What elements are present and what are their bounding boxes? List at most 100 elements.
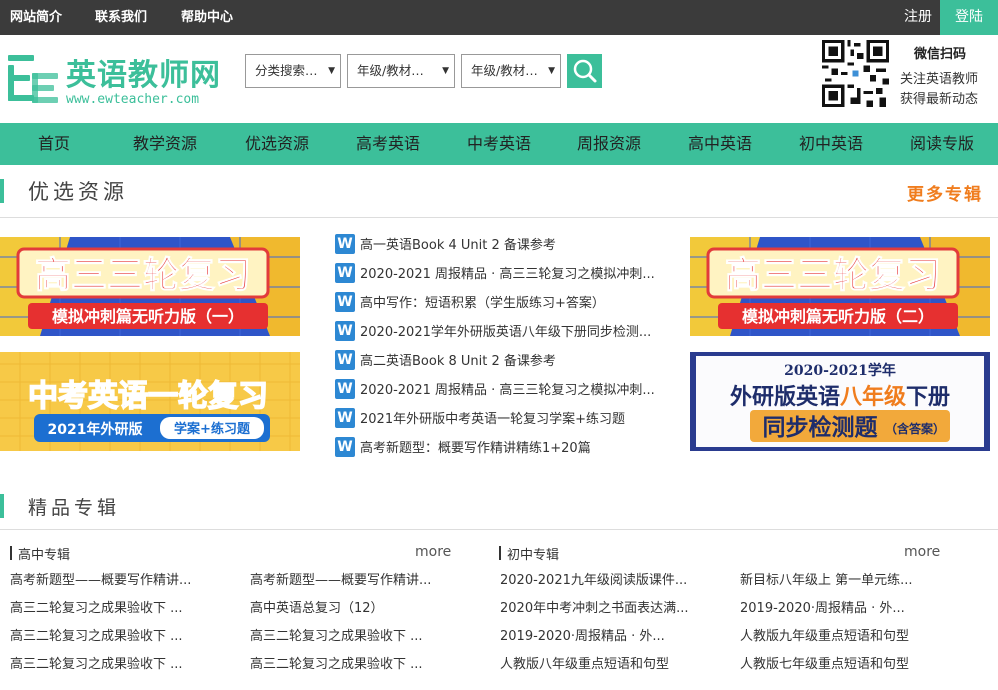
banner-grade8-tests[interactable]: 2020-2021学年 外研版英语八年级下册 同步检测题 （含答案）	[690, 352, 990, 451]
album-link[interactable]: 人教版八年级重点短语和句型	[500, 653, 669, 672]
album-link[interactable]: 人教版七年级重点短语和句型	[740, 653, 909, 672]
banner-2-sub2-text: 学案+练习题	[174, 421, 251, 437]
junior-album-heading: 初中专辑	[507, 548, 560, 563]
banner-3-main-text: 高三三轮复习	[725, 255, 941, 296]
w-doc-icon: W	[335, 437, 355, 457]
section-accent-bar	[0, 494, 4, 518]
header-bar	[499, 546, 501, 560]
nav-item-weekly[interactable]: 周报资源	[577, 123, 641, 165]
wechat-title: 微信扫码	[914, 47, 967, 62]
junior-album-header: 初中专辑 more	[499, 544, 940, 563]
album-link[interactable]: 高三二轮复习之成果验收下 ...	[250, 625, 423, 644]
banner-4-line2: 外研版英语八年级下册	[730, 384, 950, 410]
album-link[interactable]: 2020-2021九年级阅读版课件...	[500, 569, 687, 588]
nav-item-gaokao[interactable]: 高考英语	[356, 123, 420, 165]
grade-select-1[interactable]: 年级/教材… ▼	[347, 54, 455, 88]
w-doc-icon: W	[335, 379, 355, 399]
banner-zhongkao-review[interactable]: 中考英语一轮复习 2021年外研版 学案+练习题	[0, 352, 300, 451]
banner-3-sub-text: 模拟冲刺篇无听力版（二）	[742, 307, 934, 326]
search-icon	[573, 59, 597, 83]
dropdown-arrow-icon: ▼	[548, 66, 555, 76]
nav-item-zhongkao[interactable]: 中考英语	[467, 123, 531, 165]
site-header: 英语教师网 www.ewteacher.com 分类搜索… ▼ 年级/教材… ▼ 年…	[0, 35, 998, 123]
w-doc-icon: W	[335, 408, 355, 428]
album-link[interactable]: 高考新题型——概要写作精讲...	[250, 569, 431, 588]
album-link[interactable]: 高三二轮复习之成果验收下 ...	[10, 653, 183, 672]
topbar-link-about[interactable]: 网站简介	[10, 0, 62, 35]
list-item-title: 高中写作：短语积累（学生版练习+答案）	[360, 296, 605, 311]
header-bar	[10, 546, 12, 560]
logo-url: www.ewteacher.com	[66, 92, 200, 107]
search-button[interactable]	[567, 54, 602, 88]
nav-item-reading[interactable]: 阅读专版	[910, 123, 974, 165]
senior-album-heading: 高中专辑	[18, 548, 71, 563]
list-item[interactable]: W 高考新题型：概要写作精讲精练1+20篇	[335, 435, 675, 459]
banner-4-line1: 2020-2021学年	[784, 362, 896, 379]
more-albums-link[interactable]: 更多专辑	[907, 180, 983, 205]
login-button[interactable]: 登陆	[940, 0, 998, 35]
logo-mark-icon	[8, 55, 58, 103]
list-item-title: 2020-2021 周报精品 · 高三三轮复习之模拟冲刺...	[360, 383, 655, 398]
list-item[interactable]: W 2020-2021学年外研版英语八年级下册同步检测...	[335, 319, 675, 343]
album-link[interactable]: 2020年中考冲刺之书面表达满...	[500, 597, 688, 616]
list-item[interactable]: W 2020-2021 周报精品 · 高三三轮复习之模拟冲刺...	[335, 377, 675, 401]
album-link[interactable]: 新目标八年级上 第一单元练...	[740, 569, 913, 588]
nav-item-senior[interactable]: 高中英语	[688, 123, 752, 165]
wechat-line-1: 关注英语教师	[900, 72, 979, 87]
divider	[0, 529, 998, 530]
albums-section-title: 精品专辑	[28, 497, 121, 519]
list-item[interactable]: W 高中写作：短语积累（学生版练习+答案）	[335, 290, 675, 314]
list-item[interactable]: W 高二英语Book 8 Unit 2 备课参考	[335, 348, 675, 372]
album-link[interactable]: 高中英语总复习（12）	[250, 597, 384, 616]
nav-item-home[interactable]: 首页	[38, 123, 70, 165]
nav-item-junior[interactable]: 初中英语	[799, 123, 863, 165]
banner-1-main-text: 高三三轮复习	[35, 255, 251, 296]
list-item-title: 2020-2021学年外研版英语八年级下册同步检测...	[360, 325, 652, 340]
banner-senior3-review-2[interactable]: 高三三轮复习 模拟冲刺篇无听力版（二）	[690, 237, 990, 336]
top-bar: 网站简介 联系我们 帮助中心 注册 登陆	[0, 0, 998, 35]
list-item-title: 2020-2021 周报精品 · 高三三轮复习之模拟冲刺...	[360, 267, 655, 282]
junior-album-more-link[interactable]: more	[904, 544, 940, 560]
register-link[interactable]: 注册	[904, 0, 932, 35]
banner-1-sub-text: 模拟冲刺篇无听力版（一）	[52, 307, 244, 326]
banner-senior3-review-1[interactable]: 高三三轮复习 模拟冲刺篇无听力版（一）	[0, 237, 300, 336]
grade-select-1-value: 年级/教材…	[357, 63, 424, 78]
divider	[0, 217, 998, 218]
dropdown-arrow-icon: ▼	[328, 66, 335, 76]
banner-2-sub1-text: 2021年外研版	[48, 421, 143, 438]
category-select-value: 分类搜索…	[255, 63, 318, 78]
grade-select-2-value: 年级/教材…	[471, 63, 538, 78]
logo-name: 英语教师网	[66, 58, 221, 93]
grade-select-2[interactable]: 年级/教材… ▼	[461, 54, 561, 88]
w-doc-icon: W	[335, 263, 355, 283]
album-link[interactable]: 高考新题型——概要写作精讲...	[10, 569, 191, 588]
list-item-title: 高考新题型：概要写作精讲精练1+20篇	[360, 441, 591, 456]
nav-item-teaching[interactable]: 教学资源	[133, 123, 197, 165]
list-item[interactable]: W 2020-2021 周报精品 · 高三三轮复习之模拟冲刺...	[335, 261, 675, 285]
w-doc-icon: W	[335, 350, 355, 370]
album-link[interactable]: 2019-2020·周报精品 · 外...	[740, 597, 905, 616]
album-link[interactable]: 高三二轮复习之成果验收下 ...	[10, 625, 183, 644]
w-doc-icon: W	[335, 292, 355, 312]
list-item[interactable]: W 2021年外研版中考英语一轮复习学案+练习题	[335, 406, 675, 430]
wechat-line-2: 获得最新动态	[900, 92, 979, 107]
main-nav: 首页 教学资源 优选资源 高考英语 中考英语 周报资源 高中英语 初中英语 阅读…	[0, 123, 998, 165]
senior-album-more-link[interactable]: more	[415, 544, 451, 560]
list-item[interactable]: W 高一英语Book 4 Unit 2 备课参考	[335, 232, 675, 256]
nav-item-featured[interactable]: 优选资源	[245, 123, 309, 165]
album-link[interactable]: 高三二轮复习之成果验收下 ...	[250, 653, 423, 672]
list-item-title: 高一英语Book 4 Unit 2 备课参考	[360, 238, 556, 253]
banner-2-main-text: 中考英语一轮复习	[28, 379, 268, 414]
album-link[interactable]: 人教版九年级重点短语和句型	[740, 625, 909, 644]
dropdown-arrow-icon: ▼	[442, 66, 449, 76]
wechat-qr-code	[822, 40, 889, 107]
list-item-title: 高二英语Book 8 Unit 2 备课参考	[360, 354, 556, 369]
site-logo[interactable]: 英语教师网 www.ewteacher.com	[6, 47, 238, 109]
category-select[interactable]: 分类搜索… ▼	[245, 54, 341, 88]
topbar-link-help[interactable]: 帮助中心	[181, 0, 233, 35]
senior-album-header: 高中专辑 more	[10, 544, 451, 563]
album-link[interactable]: 高三二轮复习之成果验收下 ...	[10, 597, 183, 616]
topbar-link-contact[interactable]: 联系我们	[95, 0, 147, 35]
banner-4-line3: 同步检测题	[763, 414, 878, 441]
album-link[interactable]: 2019-2020·周报精品 · 外...	[500, 625, 665, 644]
